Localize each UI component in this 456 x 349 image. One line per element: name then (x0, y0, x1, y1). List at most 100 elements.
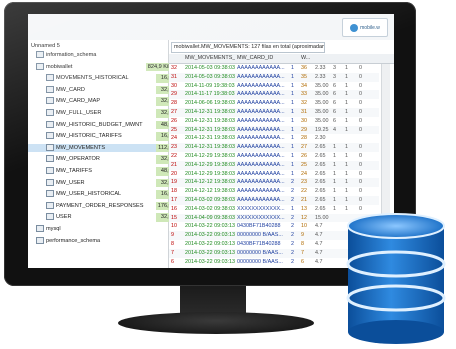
column-header[interactable] (171, 54, 183, 62)
table-row[interactable]: 17 2014-03-02 09:38:03 AAAAAAAAAAAA... 2 21 2… (169, 196, 379, 205)
tree-item-label: MOVEMENTS_HISTORICAL (56, 75, 129, 82)
tree-table-item[interactable]: USER32,0 KiB (28, 213, 186, 222)
tree-item-label: information_schema (46, 52, 97, 58)
table-row[interactable]: 28 2014-06-06 19:38:03 AAAAAAAAAAAA... 1 32 3… (169, 99, 379, 108)
table-row[interactable]: 32 2014-05-03 09:38:03 AAAAAAAAAAAA... 1 36 2… (169, 64, 379, 73)
table-cell: 0 (359, 197, 362, 203)
table-cell: 1 (291, 73, 294, 80)
tree-table-item[interactable]: MW_HISTORIC_BUDGET_MWNT48,0 KiB (28, 120, 186, 130)
table-cell: 17 (171, 197, 177, 203)
tree-db-mobiwallet[interactable]: mobiwallet 824,9 KiB (28, 62, 176, 72)
tree-db-item[interactable]: information_schema (28, 51, 176, 60)
table-cell: 19.25 (315, 126, 329, 133)
table-cell: 2.65 (315, 188, 326, 195)
table-cell: 4.7 (315, 232, 323, 239)
table-cell: AAAAAAAAAAAA... (237, 109, 285, 115)
table-cell: 21 (301, 197, 307, 203)
tree-table-item[interactable]: MW_USER_HISTORICAL16,0 KiB (28, 190, 186, 199)
table-cell: 2 (291, 232, 294, 239)
table-cell: 3 (333, 73, 336, 80)
table-cell: 2014-03-02 09:38:03 (185, 205, 235, 212)
table-row[interactable]: 27 2014-12-31 19:38:03 AAAAAAAAAAAA... 1 31 3… (169, 108, 379, 117)
table-cell: AAAAAAAAAAAA... (237, 179, 285, 186)
table-row[interactable]: 26 2014-12-31 19:38:03 AAAAAAAAAAAA... 1 30 3… (169, 117, 379, 126)
table-cell: AAAAAAAAAAAA... (237, 153, 285, 159)
table-row[interactable]: 20 2014-12-29 19:38:03 AAAAAAAAAAAA... 1 24 2… (169, 170, 379, 179)
column-header[interactable] (315, 54, 331, 62)
tree-root[interactable]: Unnamed 5 (28, 42, 171, 51)
table-cell: AAAAAAAAAAAA... (237, 170, 285, 177)
table-row[interactable]: 21 2014-12-29 19:38:03 AAAAAAAAAAAA... 1 25 2… (169, 160, 379, 170)
column-header[interactable] (333, 54, 341, 62)
table-row[interactable]: 25 2014-12-31 19:38:03 AAAAAAAAAAAA... 1 29 1… (169, 125, 379, 135)
table-cell: 2 (291, 179, 294, 186)
table-cell: 1 (291, 153, 294, 159)
table-row[interactable]: 18 2014-12-12 19:38:03 AAAAAAAAAAAA... 2 22 2… (169, 187, 379, 196)
table-cell: 27 (301, 144, 307, 151)
table-cell: 10 (171, 223, 177, 230)
table-row[interactable]: 19 2014-12-12 19:38:03 AAAAAAAAAAAA... 2 23 2… (169, 178, 379, 188)
column-header[interactable]: MW_MOVEMENTS_... (185, 54, 235, 62)
table-cell: 1 (291, 82, 294, 89)
tree-table-item[interactable]: MW_CARD_MAP32,0 KiB (28, 97, 186, 106)
database-tree[interactable]: Unnamed 5 information_schema mobiwallet 824… (28, 40, 186, 268)
table-cell: 2014-12-29 19:38:03 (185, 161, 235, 168)
tree-table-item[interactable]: MW_OPERATOR32,0 KiB (28, 155, 186, 164)
table-icon (46, 213, 54, 221)
table-cell: 24 (171, 135, 177, 142)
tree-db-item[interactable]: mysql (28, 225, 176, 234)
table-cell: 35.00 (315, 117, 329, 124)
table-cell: AAAAAAAAAAAA... (237, 100, 285, 107)
table-cell: 0 (359, 73, 362, 80)
table-row[interactable]: 31 2014-05-03 09:38:03 AAAAAAAAAAAA... 1 35 2… (169, 72, 379, 82)
table-cell: 1 (345, 179, 348, 186)
tree-table-item[interactable]: MW_TARIFFS48,0 KiB (28, 167, 186, 176)
table-cell: 00000000 B/AAS... (237, 258, 283, 265)
table-cell: 15.00 (315, 214, 329, 221)
tree-item-label: MW_CARD_MAP (56, 98, 101, 105)
table-cell: 25 (301, 161, 307, 168)
table-cell: 1 (345, 197, 348, 203)
table-cell: 35.00 (315, 91, 329, 98)
table-icon (46, 167, 54, 175)
table-row[interactable]: 30 2014-11-09 19:38:03 AAAAAAAAAAAA... 1 34 3… (169, 82, 379, 91)
table-cell: 6 (333, 82, 336, 89)
table-row[interactable]: 24 2014-12-31 19:38:03 AAAAAAAAAAAA... 1 28 2… (169, 134, 379, 143)
tree-table-item[interactable]: MW_MOVEMENTS112,0 KiB (28, 143, 186, 153)
table-cell: 28 (301, 135, 307, 142)
table-icon (46, 97, 54, 105)
tree-table-item[interactable]: MW_FULL_USER32,0 KiB (28, 109, 186, 118)
table-row[interactable]: 22 2014-12-29 19:38:03 AAAAAAAAAAAA... 1 26 2… (169, 152, 379, 161)
table-cell: 1 (345, 126, 348, 133)
table-cell: 29 (301, 126, 307, 133)
table-cell: 7 (301, 249, 304, 256)
table-cell (333, 214, 341, 222)
table-cell: 0 (359, 188, 362, 195)
table-cell: 6 (301, 258, 304, 265)
table-cell: AAAAAAAAAAAA... (237, 135, 285, 142)
tree-table-item[interactable]: PAYMENT_ORDER_RESPONSES176,0 KiB (28, 201, 186, 211)
table-cell: AAAAAAAAAAAA... (237, 91, 285, 98)
table-cell: 33 (301, 91, 307, 98)
tree-table-item[interactable]: MW_HISTORIC_TARIFFS16,0 KiB (28, 132, 186, 141)
tree-table-item[interactable]: MW_CARD32,0 KiB (28, 85, 186, 95)
table-cell: 18 (171, 188, 177, 195)
table-cell: 1 (291, 144, 294, 151)
table-row[interactable]: 29 2014-11-17 19:38:03 AAAAAAAAAAAA... 1 33 3… (169, 90, 379, 100)
database-icon (346, 213, 446, 344)
table-cell: 9 (171, 232, 174, 239)
column-header[interactable] (291, 54, 299, 62)
table-cell: 2 (291, 188, 294, 195)
column-header[interactable]: W... (301, 54, 313, 62)
column-header[interactable]: MW_CARD_ID (237, 54, 289, 62)
tree-table-item[interactable]: MW_USER32,0 KiB (28, 178, 186, 188)
tree-db-item[interactable]: performance_schema (28, 236, 176, 246)
table-cell: AAAAAAAAAAAA... (237, 126, 285, 133)
table-row[interactable]: 23 2014-12-31 19:38:03 AAAAAAAAAAAA... 1 27 2… (169, 143, 379, 152)
table-cell: 30 (301, 117, 307, 124)
tree-table-item[interactable]: MOVEMENTS_HISTORICAL16,0 KiB (28, 74, 186, 83)
table-cell: 0430BF71B40288 (237, 223, 281, 230)
table-cell: 1 (333, 161, 336, 168)
table-cell: 2.65 (315, 197, 326, 203)
table-cell: 34 (301, 82, 307, 89)
